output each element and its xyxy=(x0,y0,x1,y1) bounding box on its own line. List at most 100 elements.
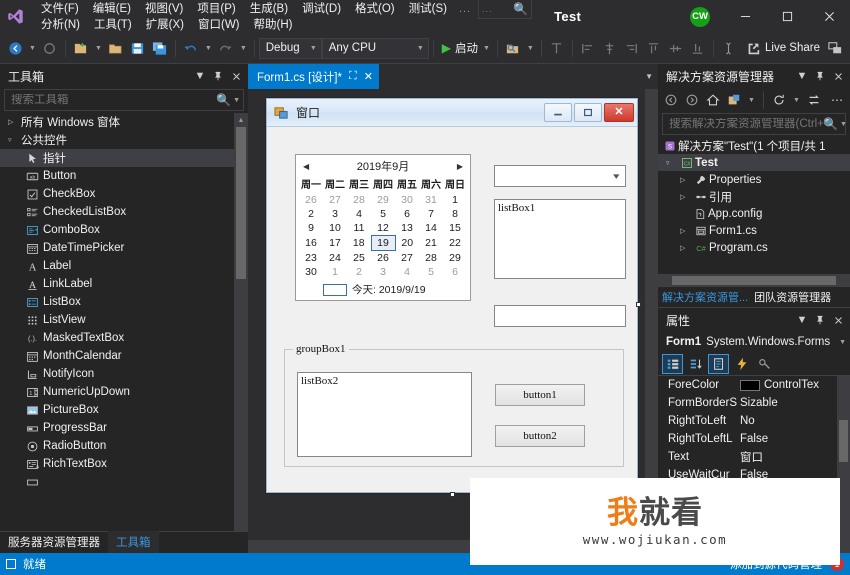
menu-item-view[interactable]: 视图(V) xyxy=(138,1,190,17)
toolbox-search-input[interactable] xyxy=(11,94,217,106)
toolbox-item-maskedtextbox[interactable]: (.). MaskedTextBox xyxy=(0,329,248,347)
chevron-down-icon[interactable]: ▼ xyxy=(794,311,810,329)
chevron-down-icon[interactable]: ▼ xyxy=(794,67,810,85)
toolbox-item-checkbox[interactable]: CheckBox xyxy=(0,185,248,203)
se-row-properties[interactable]: ▷ Properties xyxy=(658,171,850,188)
redo-dropdown-icon[interactable]: ▼ xyxy=(237,45,250,52)
toolbox-item-radiobutton[interactable]: RadioButton xyxy=(0,437,248,455)
alphabetical-icon[interactable] xyxy=(685,354,706,374)
solution-explorer-search[interactable]: 🔍 ▼ xyxy=(662,113,847,135)
toolbox-item-partial[interactable] xyxy=(0,473,248,491)
calendar-day[interactable]: 2 xyxy=(347,265,371,279)
calendar-day[interactable]: 6 xyxy=(443,265,467,279)
toolbox-item-richtextbox[interactable]: A RichTextBox xyxy=(0,455,248,473)
menu-item-project[interactable]: 项目(P) xyxy=(190,1,242,17)
calendar-day[interactable]: 4 xyxy=(347,207,371,221)
navigate-back-icon[interactable] xyxy=(4,37,26,59)
close-icon[interactable] xyxy=(830,311,846,329)
find-in-files-icon[interactable] xyxy=(502,37,524,59)
align-tops-icon[interactable] xyxy=(643,37,665,59)
property-row-formborderstyle[interactable]: FormBorderS Sizable xyxy=(658,394,850,412)
button2-control[interactable]: button2 xyxy=(495,425,585,447)
property-row-righttoleftlayout[interactable]: RightToLeftL False xyxy=(658,430,850,448)
property-row-righttoleft[interactable]: RightToLeft No xyxy=(658,412,850,430)
calendar-day[interactable]: 16 xyxy=(299,236,323,251)
groupbox1-control[interactable]: groupBox1 listBox2 button1 button2 xyxy=(284,343,624,467)
scroll-up-icon[interactable]: ▲ xyxy=(234,113,248,127)
calendar-day[interactable]: 5 xyxy=(371,207,395,221)
scrollbar-thumb[interactable] xyxy=(236,127,246,279)
close-icon[interactable]: ✕ xyxy=(604,103,634,122)
toolbox-item-linklabel[interactable]: A LinkLabel xyxy=(0,275,248,293)
minimize-icon[interactable] xyxy=(724,0,766,33)
scrollbar-thumb[interactable] xyxy=(839,420,848,462)
resize-grip-right[interactable] xyxy=(636,302,641,307)
toolbox-item-label[interactable]: A Label xyxy=(0,257,248,275)
menu-item-debug[interactable]: 调试(D) xyxy=(295,1,348,17)
start-debug-button[interactable]: ▶ 启动 xyxy=(438,40,480,56)
close-icon[interactable] xyxy=(228,67,244,85)
undo-dropdown-icon[interactable]: ▼ xyxy=(202,45,215,52)
solution-configuration-dropdown[interactable]: Debug ▼ xyxy=(258,37,322,59)
align-to-grid-icon[interactable] xyxy=(546,37,568,59)
tab-solution-explorer[interactable]: 解决方案资源管... xyxy=(662,289,748,305)
tab-team-explorer[interactable]: 团队资源管理器 xyxy=(754,289,831,305)
new-project-icon[interactable] xyxy=(70,37,92,59)
pending-changes-icon[interactable] xyxy=(724,90,744,110)
calendar-day[interactable]: 15 xyxy=(443,221,467,236)
expander-icon[interactable]: ▿ xyxy=(666,159,679,167)
toolbox-scrollbar[interactable]: ▲ xyxy=(234,113,248,531)
listbox1-control[interactable]: listBox1 xyxy=(494,199,626,279)
calendar-day[interactable]: 22 xyxy=(443,236,467,251)
chevron-down-icon[interactable]: ▼ xyxy=(839,339,846,346)
calendar-grid[interactable]: 周一 周二 周三 周四 周五 周六 周日 26 27 28 29 30 31 1… xyxy=(299,175,467,279)
undo-icon[interactable] xyxy=(180,37,202,59)
design-form-window[interactable]: 窗口 ✕ ◀ 2019年9月 ▶ 周一 周二 周三 周四 周五 周六 周日 26… xyxy=(266,98,641,497)
menu-item-analyze[interactable]: 分析(N) xyxy=(34,17,87,33)
toolbox-item-checkedlistbox[interactable]: CheckedListBox xyxy=(0,203,248,221)
home-icon[interactable] xyxy=(703,90,723,110)
calendar-day[interactable]: 31 xyxy=(419,193,443,207)
align-centers-icon[interactable] xyxy=(599,37,621,59)
menu-item-help[interactable]: 帮助(H) xyxy=(247,17,300,33)
toolbox-item-datetimepicker[interactable]: DateTimePicker xyxy=(0,239,248,257)
calendar-day[interactable]: 3 xyxy=(323,207,347,221)
property-value[interactable]: Sizable xyxy=(740,397,850,409)
calendar-day[interactable]: 17 xyxy=(323,236,347,251)
categorized-icon[interactable] xyxy=(662,353,683,374)
calendar-day[interactable]: 12 xyxy=(371,221,395,236)
tab-overflow-icon[interactable]: ▼ xyxy=(645,64,658,89)
toolbox-item-listbox[interactable]: ListBox xyxy=(0,293,248,311)
listbox2-control[interactable]: listBox2 xyxy=(297,372,472,457)
calendar-day[interactable]: 29 xyxy=(371,193,395,207)
solution-explorer-hscrollbar[interactable] xyxy=(658,274,850,287)
forward-icon[interactable] xyxy=(682,90,702,110)
se-row-solution[interactable]: S 解决方案"Test"(1 个项目/共 1 xyxy=(658,137,850,154)
solution-platform-dropdown[interactable]: Any CPU ▼ xyxy=(321,37,429,59)
menu-item-build[interactable]: 生成(B) xyxy=(243,1,295,17)
se-row-references[interactable]: ▷ 引用 xyxy=(658,188,850,205)
menu-item-tools[interactable]: 工具(T) xyxy=(87,17,139,33)
prev-arrow-icon[interactable]: ◀ xyxy=(303,162,309,171)
calendar-day[interactable]: 7 xyxy=(419,207,443,221)
textbox1-control[interactable] xyxy=(494,305,626,327)
refresh-dropdown-icon[interactable]: ▼ xyxy=(790,97,803,104)
back-dropdown-icon[interactable]: ▼ xyxy=(26,45,39,52)
live-share-button[interactable]: Live Share xyxy=(747,42,820,55)
pin-icon[interactable]: ⛶ xyxy=(349,70,357,83)
calendar-day[interactable]: 23 xyxy=(299,251,323,266)
properties-page-icon[interactable] xyxy=(708,353,729,374)
combobox1-control[interactable]: ▾ xyxy=(494,165,626,187)
save-icon[interactable] xyxy=(127,37,149,59)
calendar-day[interactable]: 29 xyxy=(443,251,467,266)
property-value[interactable]: No xyxy=(740,415,850,427)
pending-changes-dropdown-icon[interactable]: ▼ xyxy=(745,97,758,104)
calendar-day[interactable]: 8 xyxy=(443,207,467,221)
property-value[interactable]: 窗口 xyxy=(740,449,850,465)
calendar-day[interactable]: 5 xyxy=(419,265,443,279)
calendar-day[interactable]: 25 xyxy=(347,251,371,266)
document-tab-form1-design[interactable]: Form1.cs [设计]* ⛶ ✕ xyxy=(248,64,379,89)
toolbox-item-listview[interactable]: ListView xyxy=(0,311,248,329)
se-row-project-test[interactable]: ▿ C# Test xyxy=(658,154,850,171)
solution-explorer-tree[interactable]: S 解决方案"Test"(1 个项目/共 1 ▿ C# Test ▷ Prope… xyxy=(658,137,850,274)
